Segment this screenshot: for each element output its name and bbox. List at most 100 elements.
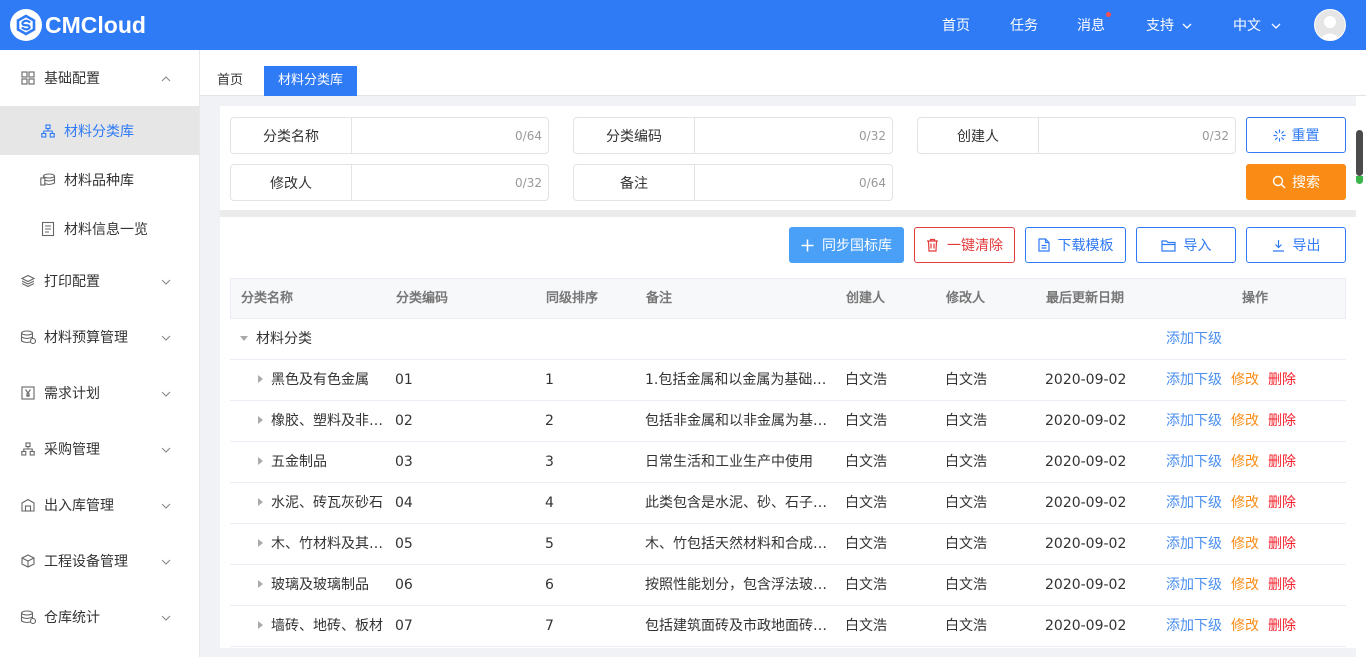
search-button[interactable]: 搜索 <box>1246 164 1346 200</box>
row-name: 木、竹材料及其制品 <box>271 536 385 552</box>
field-label: 备注 <box>574 165 695 200</box>
caret-right-icon[interactable] <box>258 457 263 465</box>
reset-button[interactable]: 重置 <box>1246 117 1346 153</box>
edit-link[interactable]: 修改 <box>1231 483 1259 523</box>
table-row: 玻璃及玻璃制品 06 6 按照性能划分，包含浮法玻璃等 白文浩 白文浩 2020-09-02… <box>230 565 1346 606</box>
root-name: 材料分类 <box>256 331 312 347</box>
nav-language[interactable]: 中文 <box>1233 15 1281 35</box>
warehouse-icon <box>20 497 36 513</box>
row-modifier: 白文浩 <box>945 413 987 429</box>
tree-node[interactable]: 五金制品 <box>240 442 385 482</box>
document-icon <box>40 221 56 237</box>
tree-node[interactable]: 黑色及有色金属 <box>240 360 385 400</box>
creator-input-wrap: 0/32 <box>1039 118 1235 153</box>
sidebar-group-budget[interactable]: 材料预算管理 <box>0 309 199 365</box>
export-button[interactable]: 导出 <box>1246 227 1346 263</box>
download-template-button[interactable]: 下载模板 <box>1025 227 1126 263</box>
delete-link[interactable]: 删除 <box>1268 565 1296 605</box>
edit-link[interactable]: 修改 <box>1231 606 1259 646</box>
user-avatar[interactable] <box>1314 9 1346 41</box>
search-icon <box>1272 175 1286 189</box>
caret-right-icon[interactable] <box>258 621 263 629</box>
tree-node[interactable]: 玻璃及玻璃制品 <box>240 565 385 605</box>
caret-right-icon[interactable] <box>258 539 263 547</box>
clear-all-button[interactable]: 一键清除 <box>914 227 1015 263</box>
row-name: 水泥、砖瓦灰砂石 <box>271 495 383 511</box>
sidebar-group-basic-config[interactable]: 基础配置 <box>0 50 199 106</box>
sidebar-group-label: 材料预算管理 <box>44 330 128 346</box>
sync-national-standard-button[interactable]: 同步国标库 <box>789 227 904 263</box>
edit-link[interactable]: 修改 <box>1231 565 1259 605</box>
sidebar-item-material-category[interactable]: 材料分类库 <box>0 106 199 155</box>
field-label: 分类名称 <box>231 118 352 153</box>
char-count: 0/32 <box>515 175 542 190</box>
sidebar-group-demand-plan[interactable]: 需求计划 <box>0 365 199 421</box>
delete-link[interactable]: 删除 <box>1268 606 1296 646</box>
add-child-link[interactable]: 添加下级 <box>1166 524 1222 564</box>
database-icon <box>20 609 36 625</box>
category-table: 分类名称 分类编码 同级排序 备注 创建人 修改人 最后更新日期 操作 材料分类… <box>230 278 1346 647</box>
reset-button-label: 重置 <box>1291 128 1320 144</box>
tab-home[interactable]: 首页 <box>203 66 257 96</box>
edit-link[interactable]: 修改 <box>1231 360 1259 400</box>
delete-link[interactable]: 删除 <box>1268 401 1296 441</box>
add-child-link[interactable]: 添加下级 <box>1166 319 1222 359</box>
logo[interactable]: CMCloud <box>10 0 146 50</box>
sidebar-group-procurement[interactable]: 采购管理 <box>0 421 199 477</box>
row-sort: 7 <box>545 618 554 634</box>
category-name-input-wrap: 0/64 <box>352 118 548 153</box>
edit-link[interactable]: 修改 <box>1231 524 1259 564</box>
sidebar-item-label: 材料信息一览 <box>64 221 148 238</box>
tree-node[interactable]: 木、竹材料及其制品 <box>240 524 385 564</box>
delete-link[interactable]: 删除 <box>1268 483 1296 523</box>
add-child-link[interactable]: 添加下级 <box>1166 606 1222 646</box>
row-note: 此类包含是水泥、砂、石子、砖瓦等 <box>645 495 839 511</box>
nav-messages[interactable]: 消息 <box>1077 12 1111 35</box>
row-creator: 白文浩 <box>845 372 887 388</box>
table-panel: 同步国标库 一键清除 下载模板 导入 导出 分类名称 分类编码 同级排序 备注 … <box>220 217 1356 648</box>
caret-right-icon[interactable] <box>258 375 263 383</box>
add-child-link[interactable]: 添加下级 <box>1166 565 1222 605</box>
sidebar-group-warehouse-stats[interactable]: 仓库统计 <box>0 589 199 645</box>
caret-right-icon[interactable] <box>258 416 263 424</box>
sidebar: 基础配置 材料分类库 材料品种库 材料信息一览 打印配置 材料预算管理 需求计划… <box>0 50 200 657</box>
field-note: 备注 0/64 <box>573 164 893 201</box>
sidebar-group-equipment[interactable]: 工程设备管理 <box>0 533 199 589</box>
add-child-link[interactable]: 添加下级 <box>1166 401 1222 441</box>
sidebar-group-print-config[interactable]: 打印配置 <box>0 253 199 309</box>
edit-link[interactable]: 修改 <box>1231 442 1259 482</box>
delete-link[interactable]: 删除 <box>1268 442 1296 482</box>
tree-node[interactable]: 墙砖、地砖、板材 <box>240 606 385 646</box>
nav-tasks[interactable]: 任务 <box>1010 15 1038 35</box>
field-category-code: 分类编码 0/32 <box>573 117 893 154</box>
caret-right-icon[interactable] <box>258 498 263 506</box>
scrollbar-thumb[interactable] <box>1356 130 1363 176</box>
sidebar-item-material-info[interactable]: 材料信息一览 <box>0 204 199 253</box>
add-child-link[interactable]: 添加下级 <box>1166 483 1222 523</box>
caret-down-icon[interactable] <box>240 335 248 341</box>
caret-right-icon[interactable] <box>258 580 263 588</box>
import-button[interactable]: 导入 <box>1136 227 1236 263</box>
delete-link[interactable]: 删除 <box>1268 360 1296 400</box>
row-name: 玻璃及玻璃制品 <box>271 577 369 593</box>
delete-link[interactable]: 删除 <box>1268 524 1296 564</box>
row-modifier: 白文浩 <box>945 577 987 593</box>
sidebar-group-label: 工程设备管理 <box>44 554 128 570</box>
chevron-down-icon <box>1271 17 1281 33</box>
row-note: 包括建筑面砖及市政地面砖，等 <box>645 618 839 634</box>
nav-home[interactable]: 首页 <box>942 15 970 35</box>
row-ops: 添加下级 修改 删除 <box>1166 442 1346 482</box>
add-child-link[interactable]: 添加下级 <box>1166 360 1222 400</box>
add-child-link[interactable]: 添加下级 <box>1166 442 1222 482</box>
tree-node[interactable]: 水泥、砖瓦灰砂石 <box>240 483 385 523</box>
sidebar-item-material-variety[interactable]: 材料品种库 <box>0 155 199 204</box>
nav-support[interactable]: 支持 <box>1146 15 1192 35</box>
tree-node-root[interactable]: 材料分类 <box>240 319 540 359</box>
row-ops: 添加下级 修改 删除 <box>1166 524 1346 564</box>
row-date: 2020-09-02 <box>1045 536 1127 552</box>
edit-link[interactable]: 修改 <box>1231 401 1259 441</box>
tab-material-category[interactable]: 材料分类库 <box>264 66 358 96</box>
tree-node[interactable]: 橡胶、塑料及非金属材料 <box>240 401 385 441</box>
table-row: 橡胶、塑料及非金属材料022包括非金属和以非金属为基础的材料白文浩白文浩2020… <box>230 401 1346 442</box>
sidebar-group-inventory[interactable]: 出入库管理 <box>0 477 199 533</box>
